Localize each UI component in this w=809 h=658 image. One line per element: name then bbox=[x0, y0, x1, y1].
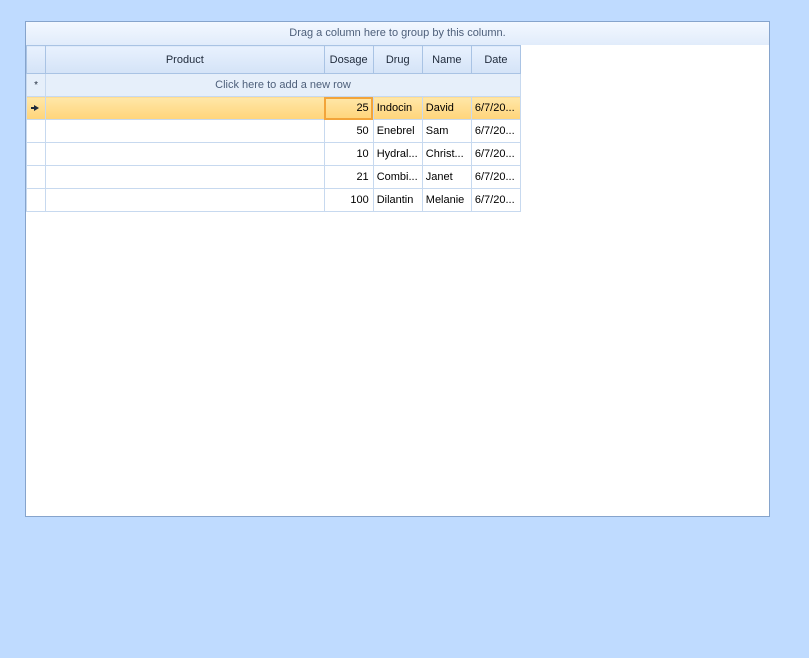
cell-dosage[interactable]: 100 bbox=[323, 188, 374, 212]
column-header-drug[interactable]: Drug bbox=[372, 45, 423, 74]
cell-product[interactable] bbox=[45, 142, 325, 166]
cell-dosage[interactable]: 25 bbox=[323, 96, 374, 120]
row-indicator bbox=[25, 188, 47, 212]
data-grid[interactable]: Drag a column here to group by this colu… bbox=[25, 21, 770, 517]
grid-table: Product Dosage Drug Name Date * Click he… bbox=[25, 45, 522, 212]
cell-dosage[interactable]: 10 bbox=[323, 142, 374, 166]
row-indicator bbox=[25, 142, 47, 166]
cell-date[interactable]: 6/7/20... bbox=[470, 188, 522, 212]
cell-name[interactable]: Melanie bbox=[421, 188, 472, 212]
cell-product[interactable] bbox=[45, 96, 325, 120]
add-new-row-cell[interactable]: Click here to add a new row bbox=[45, 73, 521, 97]
cell-drug[interactable]: Dilantin bbox=[372, 188, 423, 212]
cell-drug[interactable]: Indocin bbox=[372, 96, 423, 120]
column-header-date[interactable]: Date bbox=[470, 45, 522, 74]
cell-product[interactable] bbox=[45, 188, 325, 212]
cell-date[interactable]: 6/7/20... bbox=[470, 96, 522, 120]
group-by-panel[interactable]: Drag a column here to group by this colu… bbox=[26, 22, 769, 45]
cell-date[interactable]: 6/7/20... bbox=[470, 142, 522, 166]
cell-dosage[interactable]: 21 bbox=[323, 165, 374, 189]
table-row[interactable]: 25 Indocin David 6/7/20... bbox=[25, 96, 522, 120]
cell-drug[interactable]: Enebrel bbox=[372, 119, 423, 143]
cell-date[interactable]: 6/7/20... bbox=[470, 119, 522, 143]
cell-date[interactable]: 6/7/20... bbox=[470, 165, 522, 189]
table-row[interactable]: 10 Hydral... Christ... 6/7/20... bbox=[25, 142, 522, 166]
column-header-product[interactable]: Product bbox=[45, 45, 325, 74]
cell-drug[interactable]: Combi... bbox=[372, 165, 423, 189]
cell-product[interactable] bbox=[45, 165, 325, 189]
header-row: Product Dosage Drug Name Date bbox=[25, 45, 522, 74]
cell-name[interactable]: David bbox=[421, 96, 472, 120]
new-row-indicator-icon: * bbox=[25, 73, 47, 97]
row-indicator bbox=[25, 119, 47, 143]
row-indicator bbox=[25, 165, 47, 189]
table-row[interactable]: 21 Combi... Janet 6/7/20... bbox=[25, 165, 522, 189]
column-header-name[interactable]: Name bbox=[421, 45, 472, 74]
new-row[interactable]: * Click here to add a new row bbox=[25, 73, 521, 97]
cell-drug[interactable]: Hydral... bbox=[372, 142, 423, 166]
table-row[interactable]: 50 Enebrel Sam 6/7/20... bbox=[25, 119, 522, 143]
cell-name[interactable]: Janet bbox=[421, 165, 472, 189]
current-row-arrow-icon bbox=[25, 96, 47, 120]
header-indicator bbox=[25, 45, 47, 74]
cell-product[interactable] bbox=[45, 119, 325, 143]
cell-name[interactable]: Christ... bbox=[421, 142, 472, 166]
column-header-dosage[interactable]: Dosage bbox=[323, 45, 374, 74]
table-row[interactable]: 100 Dilantin Melanie 6/7/20... bbox=[25, 188, 522, 212]
cell-dosage[interactable]: 50 bbox=[323, 119, 374, 143]
cell-name[interactable]: Sam bbox=[421, 119, 472, 143]
